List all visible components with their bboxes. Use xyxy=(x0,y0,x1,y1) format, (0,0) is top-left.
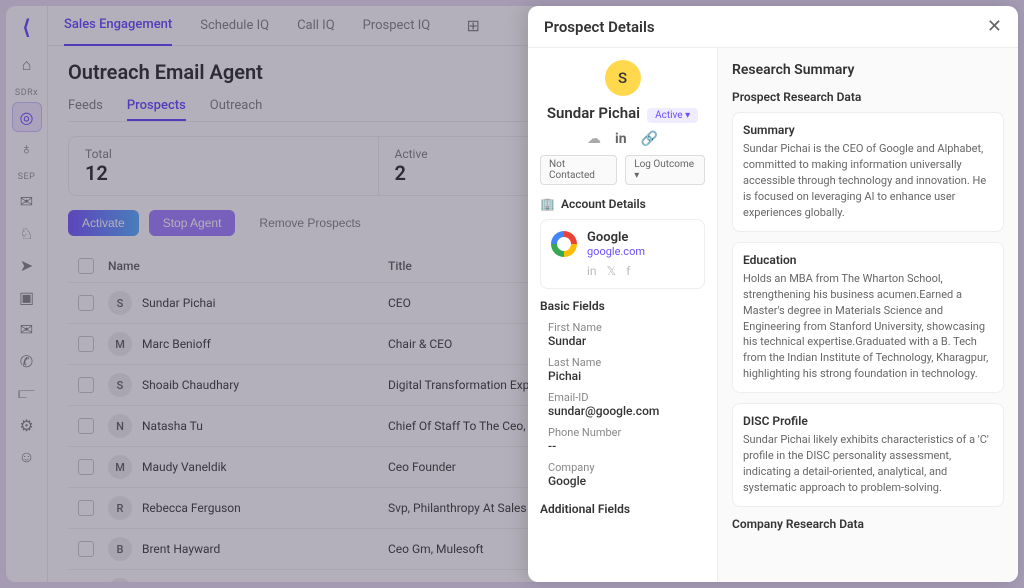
basic-fields-header: Basic Fields xyxy=(540,299,705,313)
linkedin-icon[interactable]: in xyxy=(615,131,627,147)
education-text: Holds an MBA from The Wharton School, st… xyxy=(743,271,993,383)
summary-card: Summary Sundar Pichai is the CEO of Goog… xyxy=(732,112,1004,232)
additional-fields-header: Additional Fields xyxy=(540,502,705,516)
education-heading: Education xyxy=(743,253,993,267)
cloud-icon[interactable]: ☁ xyxy=(587,131,601,147)
account-name: Google xyxy=(587,230,645,245)
disc-card: DISC Profile Sundar Pichai likely exhibi… xyxy=(732,403,1004,507)
close-icon[interactable]: ✕ xyxy=(987,16,1002,37)
account-card[interactable]: Google google.com in 𝕏 f xyxy=(540,219,705,289)
research-summary-title: Research Summary xyxy=(732,62,1004,78)
company-value: Google xyxy=(548,474,705,488)
log-outcome-dropdown[interactable]: Log Outcome ▾ xyxy=(625,155,705,185)
prospect-details-drawer: Prospect Details ✕ S Sundar Pichai Activ… xyxy=(528,6,1018,582)
email-value: sundar@google.com xyxy=(548,404,705,418)
facebook-icon[interactable]: f xyxy=(626,264,630,278)
account-domain[interactable]: google.com xyxy=(587,245,645,258)
twitter-icon[interactable]: 𝕏 xyxy=(607,264,617,278)
drawer-title: Prospect Details xyxy=(544,18,655,36)
phone-value: -- xyxy=(548,439,705,453)
disc-heading: DISC Profile xyxy=(743,414,993,428)
prospect-name: Sundar Pichai xyxy=(547,104,640,122)
prospect-research-data-header: Prospect Research Data xyxy=(732,90,1004,104)
link-icon[interactable]: 🔗 xyxy=(641,131,658,147)
status-pill[interactable]: Active ▾ xyxy=(647,108,698,123)
education-card: Education Holds an MBA from The Wharton … xyxy=(732,242,1004,394)
contact-status-chip: Not Contacted xyxy=(540,155,617,185)
email-label: Email-ID xyxy=(548,391,705,404)
last-name-value: Pichai xyxy=(548,369,705,383)
linkedin-icon[interactable]: in xyxy=(587,264,597,278)
google-logo-icon xyxy=(551,231,577,257)
summary-text: Sundar Pichai is the CEO of Google and A… xyxy=(743,141,993,221)
prospect-avatar: S xyxy=(605,60,641,96)
first-name-value: Sundar xyxy=(548,334,705,348)
last-name-label: Last Name xyxy=(548,356,705,369)
first-name-label: First Name xyxy=(548,321,705,334)
phone-label: Phone Number xyxy=(548,426,705,439)
summary-heading: Summary xyxy=(743,123,993,137)
building-icon: 🏢 xyxy=(540,197,555,211)
company-label: Company xyxy=(548,461,705,474)
disc-text: Sundar Pichai likely exhibits characteri… xyxy=(743,432,993,496)
account-details-header: 🏢Account Details xyxy=(540,197,705,211)
company-research-data-header: Company Research Data xyxy=(732,517,1004,531)
